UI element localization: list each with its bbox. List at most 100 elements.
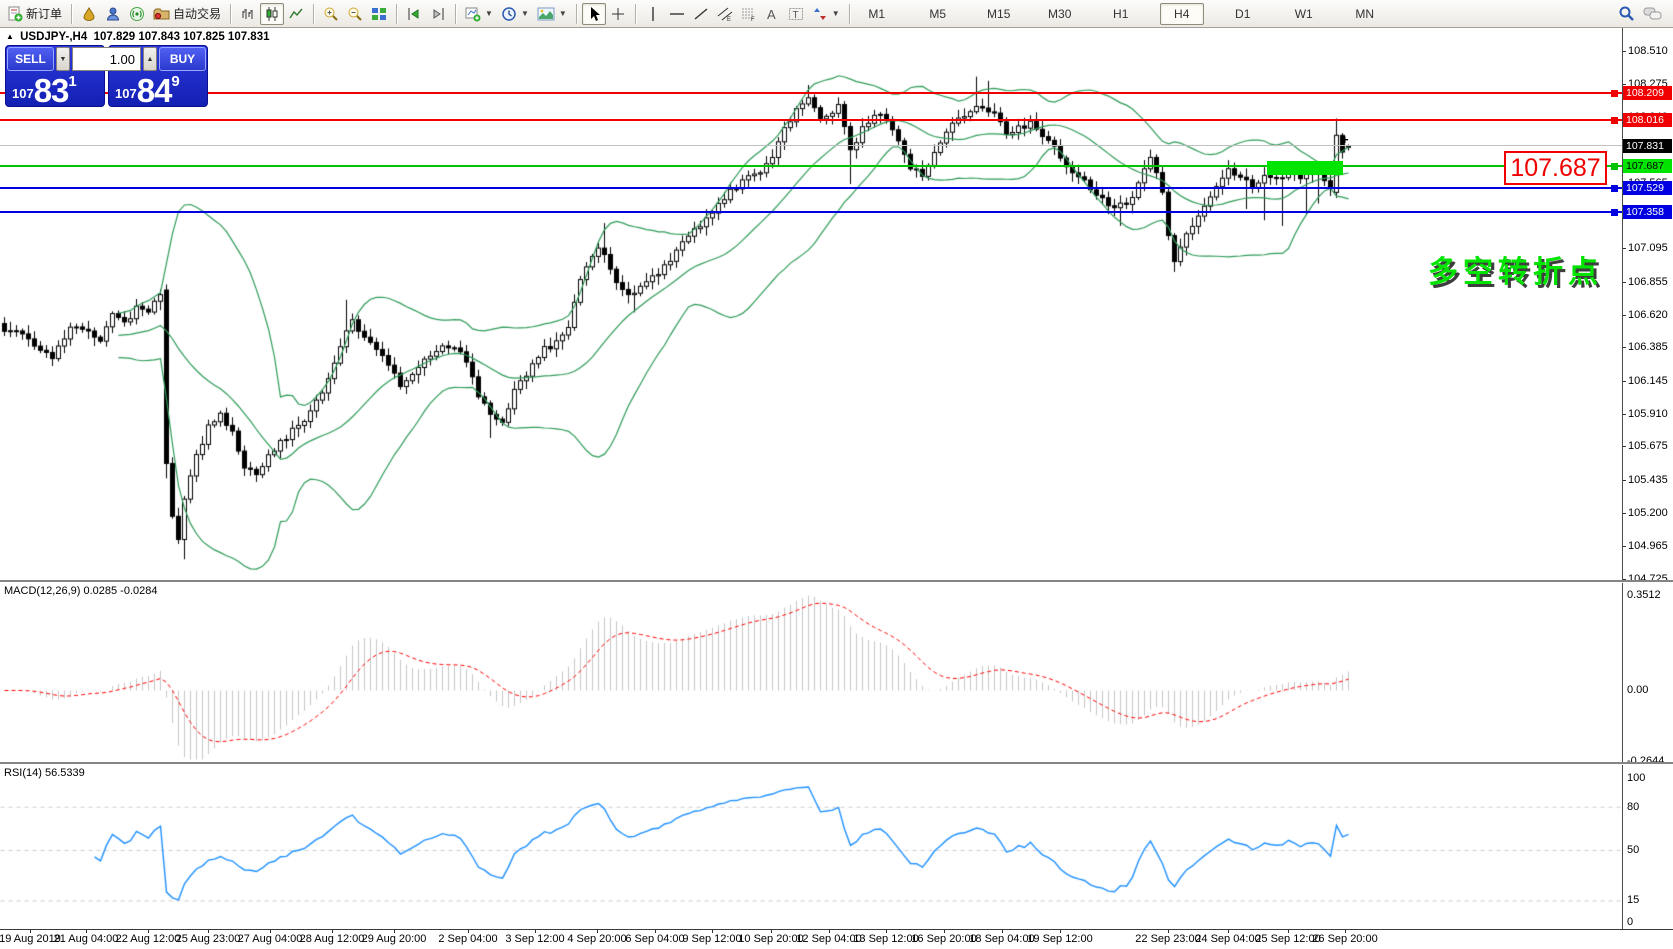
buy-price-pips: 84 [137, 78, 172, 104]
line-anchor-handle[interactable] [1611, 163, 1618, 170]
text-tool-button[interactable]: A [761, 3, 784, 25]
price-level-line[interactable] [0, 211, 1622, 213]
collapse-triangle-icon[interactable]: ▲ [6, 32, 14, 41]
auto-scroll-button[interactable] [402, 3, 426, 25]
tile-windows-button[interactable] [367, 3, 391, 25]
timeframe-button-m15[interactable]: M15 [977, 3, 1021, 25]
arrows-tool-button[interactable]: ▼ [808, 3, 844, 25]
zoom-in-button[interactable] [319, 3, 343, 25]
horizontal-line-icon [669, 6, 685, 22]
macd-pane-separator[interactable] [0, 580, 1673, 582]
line-anchor-handle[interactable] [1611, 209, 1618, 216]
timeframe-button-d1[interactable]: D1 [1221, 3, 1265, 25]
sell-price[interactable]: 107831 [12, 78, 77, 104]
broadcast-button[interactable] [125, 3, 149, 25]
timeframe-button-m5[interactable]: M5 [916, 3, 960, 25]
chat-button[interactable] [1639, 3, 1666, 25]
line-chart-mode-button[interactable] [284, 3, 308, 25]
timeframe-button-h4[interactable]: H4 [1160, 3, 1204, 25]
fibonacci-tool-button[interactable]: F [737, 3, 761, 25]
new-chart-button[interactable]: ▼ [461, 3, 497, 25]
crosshair-icon [610, 6, 626, 22]
price-level-line[interactable] [0, 119, 1622, 121]
time-axis-label: 19 Aug 2019 [0, 933, 61, 945]
price-level-line[interactable] [0, 92, 1622, 94]
buy-button[interactable]: BUY [159, 47, 206, 71]
volume-down-button[interactable]: ▼ [56, 47, 70, 71]
price-tick-label: 106.385 [1628, 341, 1668, 353]
vertical-line-tool-button[interactable] [641, 3, 665, 25]
chat-bubbles-icon [1643, 6, 1662, 22]
price-level-line[interactable] [0, 145, 1622, 146]
auto-scroll-icon [406, 6, 422, 22]
rsi-axis-label: 50 [1627, 844, 1639, 856]
one-click-trading-panel: SELL ▼ 1.00 ▲ BUY 107831 107849 [5, 45, 208, 107]
line-anchor-handle[interactable] [1611, 90, 1618, 97]
chart-shift-button[interactable] [426, 3, 450, 25]
rsi-axis-label: 80 [1627, 801, 1639, 813]
cursor-tool-button[interactable] [582, 3, 606, 25]
horizontal-line-tool-button[interactable] [665, 3, 689, 25]
macd-name: MACD(12,26,9) [4, 585, 80, 597]
sell-button[interactable]: SELL [7, 47, 54, 71]
fibonacci-icon: F [741, 6, 757, 22]
chart-area[interactable]: ▲ USDJPY-,H4 107.829 107.843 107.825 107… [0, 28, 1673, 949]
search-button[interactable] [1614, 3, 1639, 25]
rsi-axis-label: 15 [1627, 894, 1639, 906]
toolbar-separator [396, 4, 397, 24]
equidistant-channel-icon: E [717, 6, 733, 22]
autotrading-icon [153, 6, 170, 22]
volume-up-button[interactable]: ▲ [143, 47, 157, 71]
label-tool-button[interactable]: T [784, 3, 808, 25]
macd-values: 0.0285 -0.0284 [83, 585, 157, 597]
timeframe-button-w1[interactable]: W1 [1282, 3, 1326, 25]
channel-tool-button[interactable]: E [713, 3, 737, 25]
time-axis-label: 25 Aug 23:00 [176, 933, 241, 945]
annotation-text[interactable]: 多空转折点 [1428, 247, 1603, 291]
price-tick-label: 105.200 [1628, 507, 1668, 519]
arrows-icon [812, 6, 828, 22]
timeframe-button-h1[interactable]: H1 [1099, 3, 1143, 25]
highlight-rectangle[interactable] [1267, 161, 1343, 175]
price-level-line[interactable] [0, 165, 1622, 167]
text-label-icon: T [788, 6, 804, 22]
rsi-pane-canvas[interactable] [0, 764, 1622, 929]
toolbar-separator [849, 4, 850, 24]
price-level-line[interactable] [0, 187, 1622, 189]
zoom-out-button[interactable] [343, 3, 367, 25]
crosshair-tool-button[interactable] [606, 3, 630, 25]
time-axis-label: 12 Sep 04:00 [796, 933, 861, 945]
autotrading-button[interactable]: 自动交易 [149, 3, 225, 25]
timeframe-button-mn[interactable]: MN [1343, 3, 1387, 25]
macd-pane-canvas[interactable] [0, 582, 1622, 762]
line-anchor-handle[interactable] [1611, 117, 1618, 124]
main-toolbar: 新订单 自动交易 [0, 0, 1673, 28]
buy-price-figure: 107 [115, 86, 137, 101]
market-watch-button[interactable] [77, 3, 101, 25]
price-callout-box[interactable]: 107.687 [1504, 151, 1607, 185]
buy-price[interactable]: 107849 [115, 78, 180, 104]
rsi-pane-separator[interactable] [0, 762, 1673, 764]
timeframe-button-m1[interactable]: M1 [855, 3, 899, 25]
periods-button[interactable]: ▼ [497, 3, 533, 25]
svg-text:T: T [792, 10, 798, 21]
macd-axis-label: 0.00 [1627, 684, 1648, 696]
time-axis-label: 6 Sep 04:00 [625, 933, 684, 945]
template-image-icon [537, 6, 555, 22]
new-order-button[interactable]: 新订单 [3, 3, 66, 25]
candlestick-chart-canvas[interactable] [0, 28, 1622, 581]
templates-button[interactable]: ▼ [533, 3, 571, 25]
volume-input[interactable]: 1.00 [72, 47, 141, 71]
search-icon [1618, 5, 1635, 22]
candlestick-mode-button[interactable] [260, 3, 284, 25]
tile-windows-icon [371, 6, 387, 22]
dropdown-caret: ▼ [832, 9, 840, 18]
rsi-axis-label: 100 [1627, 772, 1645, 784]
time-axis-label: 16 Sep 20:00 [911, 933, 976, 945]
bar-chart-mode-button[interactable] [236, 3, 260, 25]
line-anchor-handle[interactable] [1611, 185, 1618, 192]
price-tick-label: 106.855 [1628, 276, 1668, 288]
profile-button[interactable] [101, 3, 125, 25]
trendline-tool-button[interactable] [689, 3, 713, 25]
timeframe-button-m30[interactable]: M30 [1038, 3, 1082, 25]
